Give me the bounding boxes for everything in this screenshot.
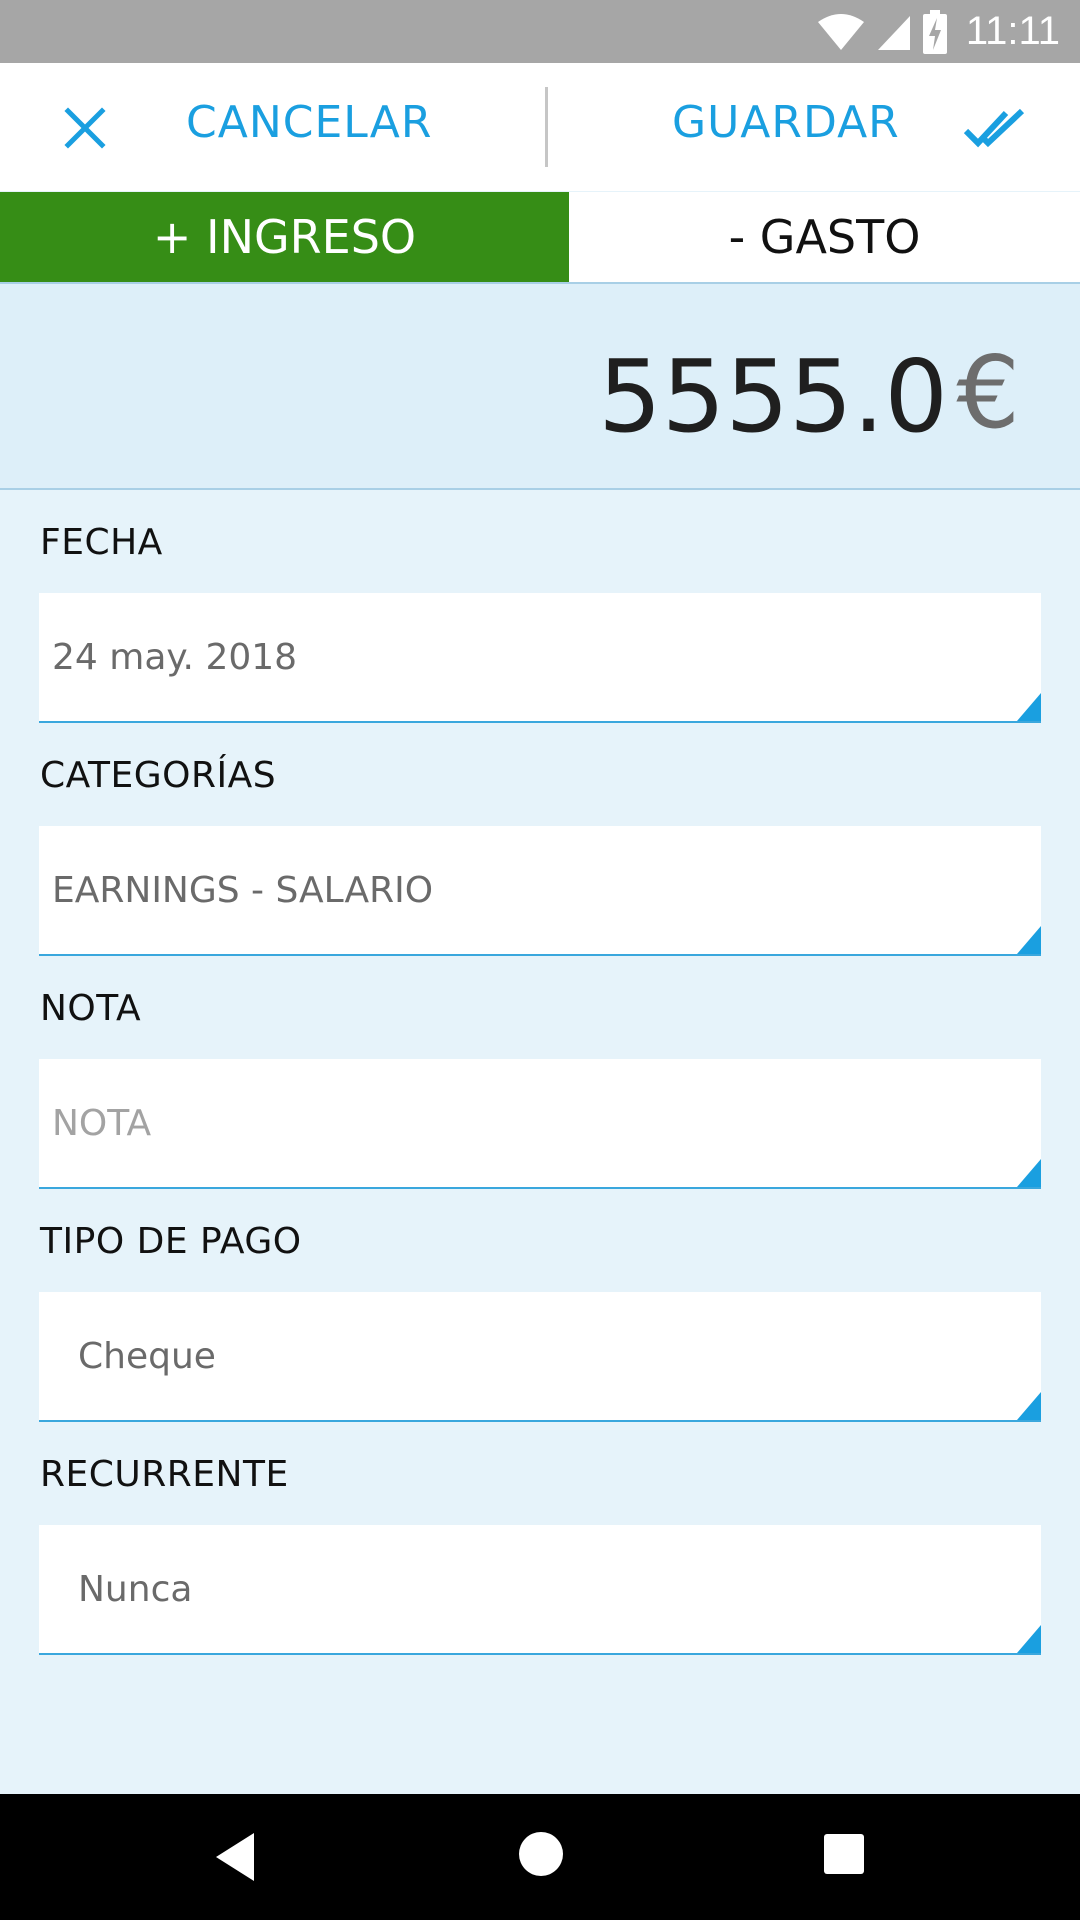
transaction-type-toggle: + INGRESO - GASTO xyxy=(0,192,1080,284)
date-value: 24 may. 2018 xyxy=(52,637,298,678)
recurring-value: Nunca xyxy=(78,1569,193,1610)
dropdown-corner-icon xyxy=(1017,1159,1041,1187)
cancel-button[interactable]: CANCELAR xyxy=(186,97,432,148)
status-time: 11:11 xyxy=(965,9,1060,53)
wifi-icon xyxy=(817,13,864,50)
battery-charging-icon xyxy=(922,9,947,54)
date-label: FECHA xyxy=(40,522,163,563)
expense-tab[interactable]: - GASTO xyxy=(569,192,1080,282)
payment-type-value: Cheque xyxy=(78,1336,216,1377)
note-field[interactable]: NOTA xyxy=(39,1059,1041,1189)
action-divider xyxy=(545,87,548,167)
save-button[interactable]: GUARDAR xyxy=(672,97,900,148)
signal-icon xyxy=(877,15,910,50)
status-icons: 11:11 xyxy=(816,0,1060,63)
double-check-icon[interactable] xyxy=(962,103,1028,153)
note-placeholder: NOTA xyxy=(52,1103,152,1144)
categories-field[interactable]: EARNINGS - SALARIO xyxy=(39,826,1041,956)
back-icon[interactable] xyxy=(216,1833,254,1881)
payment-type-label: TIPO DE PAGO xyxy=(40,1221,302,1262)
dropdown-corner-icon xyxy=(1017,1625,1041,1653)
home-icon[interactable] xyxy=(519,1832,563,1876)
status-bar: 11:11 xyxy=(0,0,1080,63)
dropdown-corner-icon xyxy=(1017,1392,1041,1420)
categories-label: CATEGORÍAS xyxy=(40,755,277,796)
action-bar: CANCELAR GUARDAR xyxy=(0,63,1080,191)
recurring-label: RECURRENTE xyxy=(40,1454,289,1495)
navigation-bar xyxy=(0,1794,1080,1920)
recents-icon[interactable] xyxy=(824,1834,864,1874)
income-tab[interactable]: + INGRESO xyxy=(0,192,569,282)
date-field[interactable]: 24 may. 2018 xyxy=(39,593,1041,723)
recurring-field[interactable]: Nunca xyxy=(39,1525,1041,1655)
close-icon[interactable] xyxy=(60,103,110,153)
currency-symbol: € xyxy=(956,334,1020,451)
categories-value: EARNINGS - SALARIO xyxy=(52,870,434,911)
dropdown-corner-icon xyxy=(1017,926,1041,954)
payment-type-field[interactable]: Cheque xyxy=(39,1292,1041,1422)
amount-value: 5555.0 xyxy=(598,338,948,455)
amount-panel[interactable]: 5555.0 € xyxy=(0,284,1080,490)
note-label: NOTA xyxy=(40,988,142,1029)
dropdown-corner-icon xyxy=(1017,693,1041,721)
